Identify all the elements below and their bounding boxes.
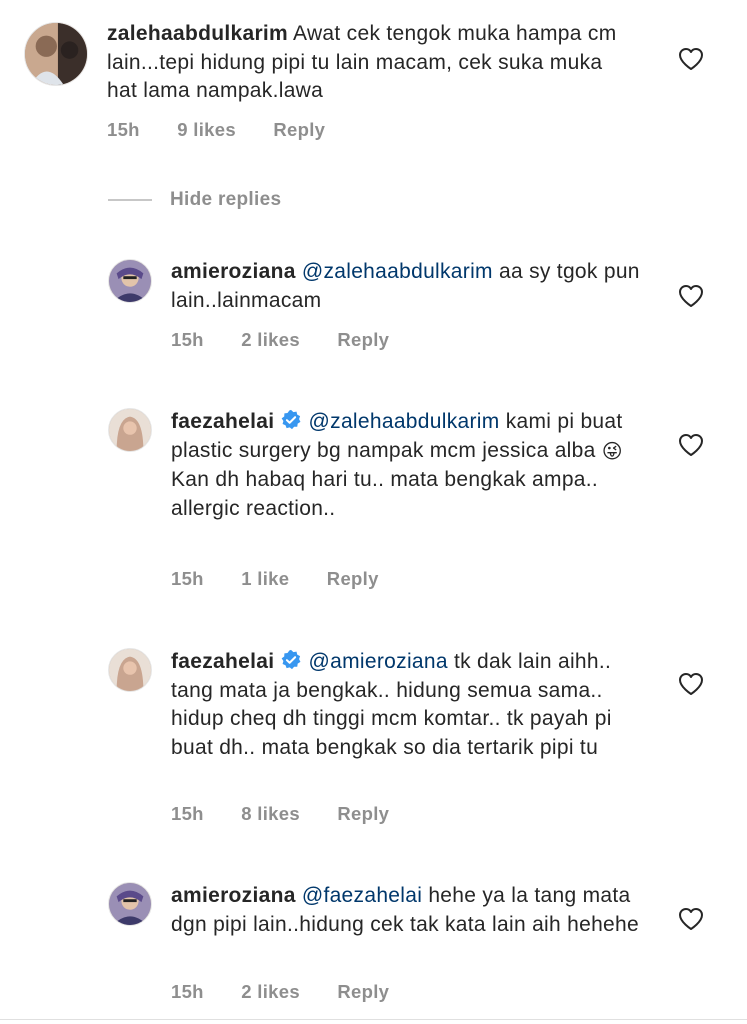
likes-count[interactable]: 9 likes (177, 119, 236, 140)
heart-outline-icon[interactable] (678, 284, 704, 308)
mention-link[interactable]: @faezahelai (302, 884, 422, 907)
divider (108, 199, 152, 201)
mention-link[interactable]: @amieroziana (309, 650, 448, 673)
comment-meta: 15h 8 likes Reply (171, 803, 421, 825)
comment-text: amieroziana @faezahelai hehe ya la tang … (171, 882, 641, 939)
comment-text: zalehaabdulkarim Awat cek tengok muka ha… (107, 20, 627, 106)
timestamp[interactable]: 15h (171, 329, 204, 350)
timestamp[interactable]: 15h (171, 981, 204, 1002)
comment-meta: 15h 9 likes Reply (107, 119, 357, 141)
timestamp[interactable]: 15h (171, 568, 204, 589)
username[interactable]: amieroziana (171, 260, 296, 283)
heart-outline-icon[interactable] (678, 672, 704, 696)
heart-outline-icon[interactable] (678, 47, 704, 71)
comment-text: faezahelai @amieroziana tk dak lain aihh… (171, 648, 631, 762)
hide-replies-label: Hide replies (170, 189, 282, 210)
reply-button[interactable]: Reply (337, 803, 389, 824)
comment-text: faezahelai @zalehaabdulkarim kami pi bua… (171, 408, 641, 523)
reply-button[interactable]: Reply (337, 329, 389, 350)
comment-meta: 15h 1 like Reply (171, 568, 411, 590)
username[interactable]: faezahelai (171, 410, 274, 433)
hide-replies-button[interactable]: Hide replies (108, 186, 281, 214)
likes-count[interactable]: 2 likes (241, 329, 300, 350)
username[interactable]: amieroziana (171, 884, 296, 907)
username[interactable]: faezahelai (171, 650, 274, 673)
comment-meta: 15h 2 likes Reply (171, 981, 421, 1003)
reply-button[interactable]: Reply (327, 568, 379, 589)
avatar[interactable] (108, 882, 152, 926)
verified-badge-icon (282, 649, 301, 670)
heart-outline-icon[interactable] (678, 433, 704, 457)
avatar[interactable] (108, 259, 152, 303)
mention-link[interactable]: @zalehaabdulkarim (302, 260, 493, 283)
likes-count[interactable]: 1 like (241, 568, 289, 589)
likes-count[interactable]: 2 likes (241, 981, 300, 1002)
verified-badge-icon (282, 409, 301, 430)
reply-button[interactable]: Reply (273, 119, 325, 140)
avatar[interactable] (108, 648, 152, 692)
heart-outline-icon[interactable] (678, 907, 704, 931)
timestamp[interactable]: 15h (107, 119, 140, 140)
avatar[interactable] (24, 22, 88, 86)
comment-body-line2: Kan dh habaq hari tu.. mata bengkak ampa… (171, 468, 599, 520)
mention-link[interactable]: @zalehaabdulkarim (309, 410, 500, 433)
avatar[interactable] (108, 408, 152, 452)
likes-count[interactable]: 8 likes (241, 803, 300, 824)
divider (0, 1019, 747, 1020)
comment-text: amieroziana @zalehaabdulkarim aa sy tgok… (171, 258, 641, 315)
timestamp[interactable]: 15h (171, 803, 204, 824)
winking-tongue-emoji: 😜 (601, 440, 623, 463)
username[interactable]: zalehaabdulkarim (107, 22, 288, 45)
comment-meta: 15h 2 likes Reply (171, 329, 421, 351)
reply-button[interactable]: Reply (337, 981, 389, 1002)
